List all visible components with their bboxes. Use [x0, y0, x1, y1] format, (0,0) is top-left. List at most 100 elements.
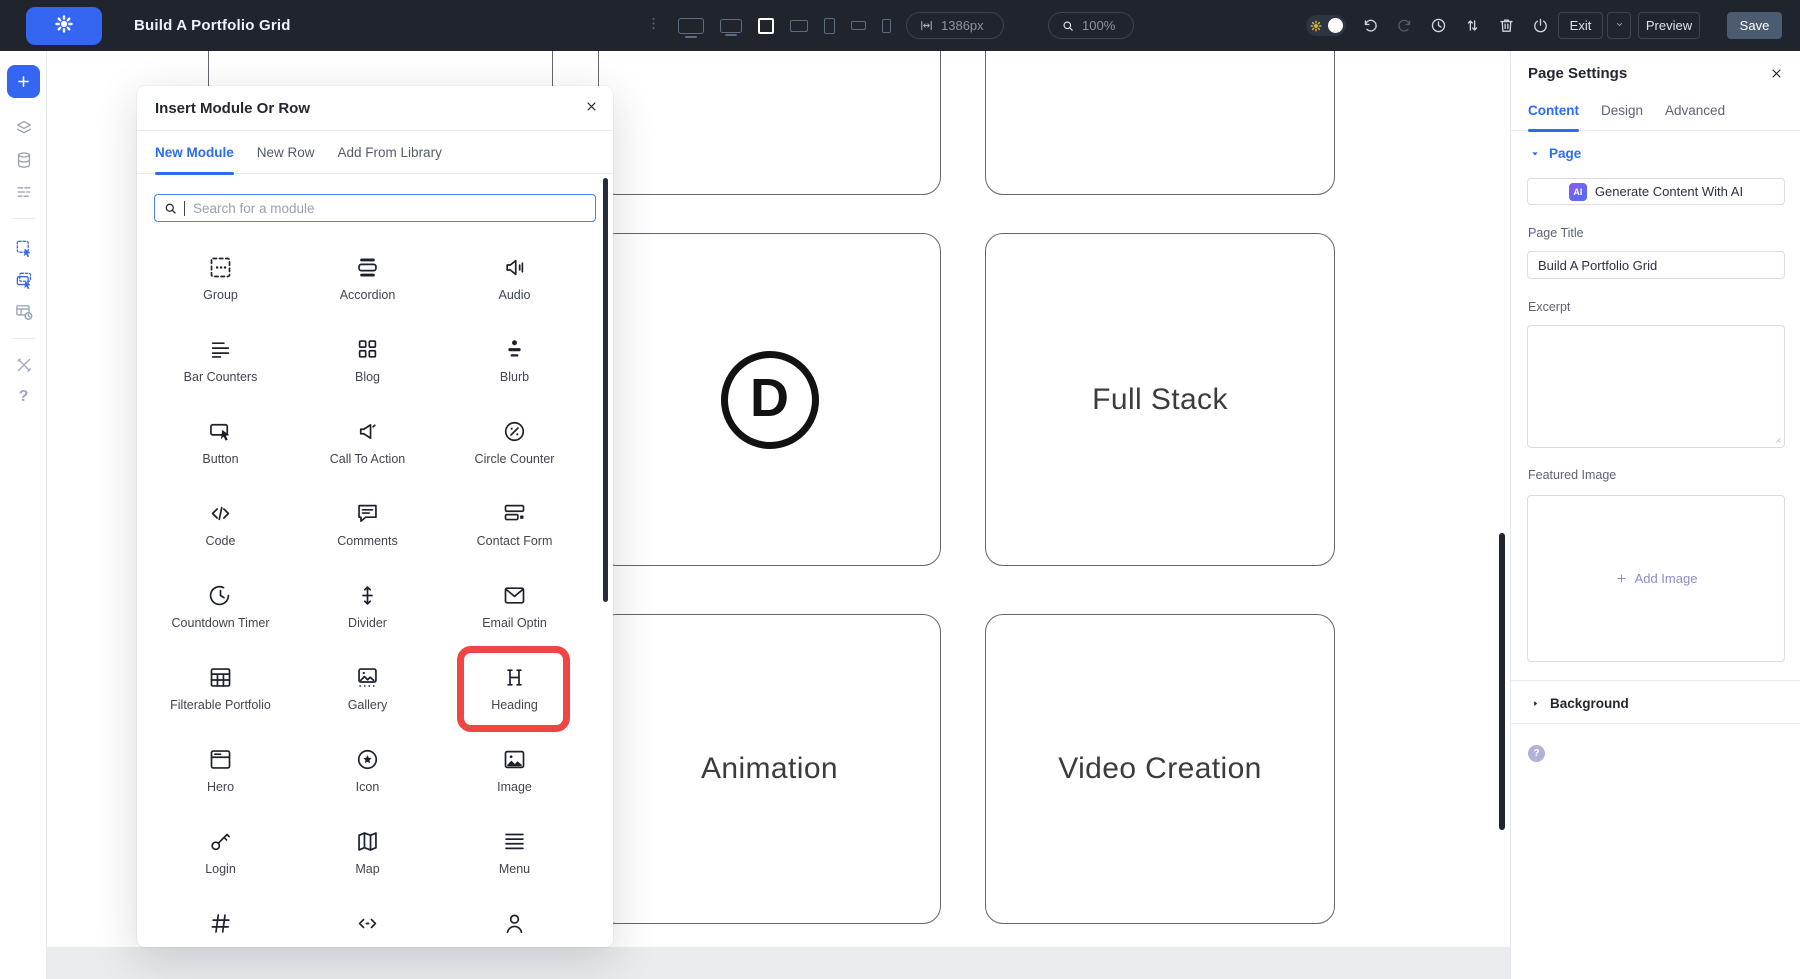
hero-icon	[207, 746, 234, 773]
device-laptop-button[interactable]	[720, 19, 742, 33]
module-filterable-portfolio[interactable]: Filterable Portfolio	[147, 660, 294, 742]
top-toolbar: Build A Portfolio Grid 1386px 100% Exit …	[0, 0, 1800, 51]
modal-tab-new-row[interactable]: New Row	[257, 131, 315, 174]
module-label: Blog	[355, 370, 380, 384]
page-section-toggle[interactable]: Page	[1530, 146, 1581, 161]
panel-tab-content[interactable]: Content	[1528, 91, 1579, 131]
module-call-to-action[interactable]: Call To Action	[294, 414, 441, 496]
excerpt-textarea[interactable]	[1527, 325, 1785, 448]
sidebar-wireframe-button[interactable]	[0, 301, 47, 323]
sidebar-tools-button[interactable]	[0, 354, 47, 376]
module-label: Heading	[491, 698, 538, 712]
device-tablet-portrait-button[interactable]	[824, 18, 835, 34]
module-label: Bar Counters	[184, 370, 258, 384]
panel-close-button[interactable]	[1769, 66, 1784, 86]
module-person[interactable]	[441, 906, 588, 947]
device-square-active-button[interactable]	[758, 18, 774, 34]
add-content-button[interactable]	[7, 65, 40, 98]
card-title: Full Stack	[1092, 383, 1228, 417]
portfolio-card-full-stack[interactable]: Full Stack	[985, 233, 1335, 566]
history-button[interactable]	[1429, 16, 1448, 35]
modal-scrollbar[interactable]	[603, 178, 608, 602]
module-login[interactable]: Login	[147, 824, 294, 906]
save-button[interactable]: Save	[1727, 12, 1782, 39]
power-button[interactable]	[1531, 16, 1550, 35]
module-heading[interactable]: Heading	[441, 660, 588, 742]
device-tablet-landscape-button[interactable]	[790, 20, 808, 32]
portfolio-card[interactable]	[985, 51, 1335, 195]
resize-handle-icon[interactable]	[1769, 431, 1783, 450]
sidebar-list-rows-button[interactable]	[0, 181, 47, 203]
sort-button[interactable]	[1463, 16, 1482, 35]
page-title-input[interactable]	[1527, 251, 1785, 279]
sidebar-select-module-button[interactable]	[0, 237, 47, 259]
module-label: Code	[206, 534, 236, 548]
featured-image-dropzone[interactable]: Add Image	[1527, 495, 1785, 662]
portfolio-card-video-creation[interactable]: Video Creation	[985, 614, 1335, 924]
canvas-width-value: 1386px	[941, 18, 984, 33]
module-divider[interactable]: Divider	[294, 578, 441, 660]
more-options-button[interactable]	[645, 15, 662, 37]
module-label: Comments	[337, 534, 397, 548]
sidebar-database-button[interactable]	[0, 149, 47, 171]
canvas-zoom-field[interactable]: 100%	[1048, 12, 1134, 39]
panel-tab-advanced[interactable]: Advanced	[1665, 91, 1725, 131]
module-map[interactable]: Map	[294, 824, 441, 906]
modal-tab-add-from-library[interactable]: Add From Library	[338, 131, 442, 174]
module-bar-counters[interactable]: Bar Counters	[147, 332, 294, 414]
canvas-scrollbar[interactable]	[1499, 533, 1505, 830]
modal-tabs: New Module New Row Add From Library	[137, 131, 613, 174]
canvas-width-field[interactable]: 1386px	[906, 12, 1004, 39]
device-desktop-button[interactable]	[678, 18, 704, 34]
exit-dropdown-button[interactable]	[1607, 12, 1631, 39]
module-comments[interactable]: Comments	[294, 496, 441, 578]
redo-button[interactable]	[1395, 16, 1414, 35]
canvas-zoom-value: 100%	[1082, 18, 1115, 33]
panel-tab-design[interactable]: Design	[1601, 91, 1643, 131]
modal-tab-new-module[interactable]: New Module	[155, 131, 234, 174]
module-code[interactable]: Code	[147, 496, 294, 578]
module-image[interactable]: Image	[441, 742, 588, 824]
module-hash[interactable]	[147, 906, 294, 947]
preview-button[interactable]: Preview	[1638, 12, 1700, 39]
module-group[interactable]: Group	[147, 250, 294, 332]
module-label: Contact Form	[477, 534, 553, 548]
portfolio-card[interactable]	[598, 51, 941, 195]
module-gallery[interactable]: Gallery	[294, 660, 441, 742]
builder-mode-toggle[interactable]	[1306, 15, 1346, 36]
module-circle-counter[interactable]: Circle Counter	[441, 414, 588, 496]
module-button[interactable]: Button	[147, 414, 294, 496]
exit-button[interactable]: Exit	[1558, 12, 1603, 39]
close-icon	[584, 99, 599, 114]
generate-content-ai-button[interactable]: AI Generate Content With AI	[1527, 178, 1785, 205]
module-contact-form[interactable]: Contact Form	[441, 496, 588, 578]
module-accordion[interactable]: Accordion	[294, 250, 441, 332]
module-blog[interactable]: Blog	[294, 332, 441, 414]
device-phone-portrait-button[interactable]	[882, 19, 891, 33]
trash-icon	[1497, 16, 1516, 35]
countdown-timer-icon	[207, 582, 234, 609]
undo-button[interactable]	[1361, 16, 1380, 35]
portfolio-card-animation[interactable]: Animation	[598, 614, 941, 924]
background-section-toggle[interactable]: Background	[1531, 692, 1629, 714]
module-arrows[interactable]	[294, 906, 441, 947]
module-email-optin[interactable]: Email Optin	[441, 578, 588, 660]
module-search-box[interactable]	[154, 194, 596, 222]
device-phone-landscape-button[interactable]	[851, 21, 866, 30]
portfolio-card-d[interactable]: D	[598, 233, 941, 566]
sidebar-help-button[interactable]: ?	[0, 386, 47, 408]
module-hero[interactable]: Hero	[147, 742, 294, 824]
text-caret	[184, 201, 185, 216]
module-countdown-timer[interactable]: Countdown Timer	[147, 578, 294, 660]
modal-close-button[interactable]	[584, 99, 599, 119]
sidebar-select-section-button[interactable]	[0, 269, 47, 291]
builder-logo-button[interactable]	[26, 7, 102, 45]
module-icon[interactable]: Icon	[294, 742, 441, 824]
module-audio[interactable]: Audio	[441, 250, 588, 332]
sidebar-layers-button[interactable]	[0, 117, 47, 139]
module-search-input[interactable]	[191, 200, 595, 217]
module-blurb[interactable]: Blurb	[441, 332, 588, 414]
help-button[interactable]: ?	[1528, 745, 1545, 762]
trash-button[interactable]	[1497, 16, 1516, 35]
module-menu[interactable]: Menu	[441, 824, 588, 906]
